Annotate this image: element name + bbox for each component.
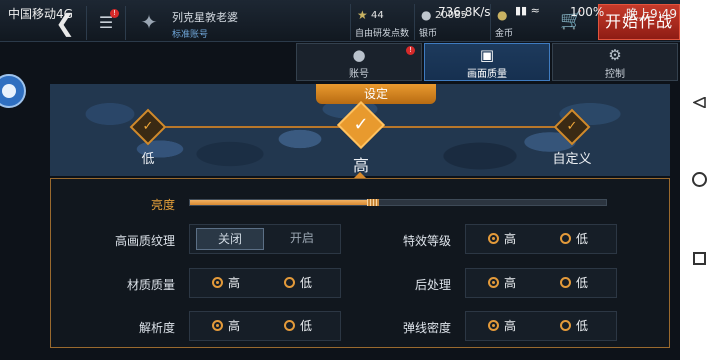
post-processing-options: 高 低 xyxy=(465,268,617,298)
gold-coins-label: 金币 xyxy=(495,29,514,39)
research-points-label: 自由研发点数 xyxy=(355,29,410,39)
checkmark-icon: ✓ xyxy=(553,108,591,146)
tab-graphics-quality[interactable]: ▣ 画面质量 xyxy=(424,43,550,81)
material-quality-high-radio[interactable]: 高 xyxy=(212,269,240,297)
preset-option-custom-label: 自定义 xyxy=(552,152,592,167)
resolution-options: 高 低 xyxy=(189,311,341,341)
preset-option-low-label: 低 xyxy=(141,152,155,167)
brightness-slider[interactable] xyxy=(189,199,607,206)
material-quality-low-radio[interactable]: 低 xyxy=(284,269,312,297)
material-quality-high-label: 高 xyxy=(228,276,241,290)
brightness-slider-fill xyxy=(190,200,378,205)
preset-title: 设定 xyxy=(316,84,436,104)
nav-back-icon[interactable] xyxy=(693,97,706,108)
post-processing-high-radio[interactable]: 高 xyxy=(488,269,516,297)
brightness-label: 亮度 xyxy=(151,198,176,212)
effects-level-high-radio[interactable]: 高 xyxy=(488,225,516,253)
gear-icon: ⚙ xyxy=(608,46,622,64)
network-speed: 736.8K/s xyxy=(438,5,491,19)
user-icon: ● xyxy=(352,46,366,64)
tracer-density-options: 高 低 xyxy=(465,311,617,341)
radio-unselected-icon xyxy=(284,320,295,331)
game-settings-screen: ❮ ☰ ! ✦ 列克星敦老婆 标准账号 ★ 44 自由研发点数 ● 20085 … xyxy=(0,0,720,360)
resolution-low-radio[interactable]: 低 xyxy=(284,312,312,340)
effects-level-low-label: 低 xyxy=(576,232,589,246)
silver-coins-label: 银币 xyxy=(419,29,438,39)
account-type: 标准账号 xyxy=(172,30,209,40)
material-quality-options: 高 低 xyxy=(189,268,341,298)
post-processing-low-label: 低 xyxy=(576,276,589,290)
resolution-high-radio[interactable]: 高 xyxy=(212,312,240,340)
tracer-density-high-radio[interactable]: 高 xyxy=(488,312,516,340)
material-quality-low-label: 低 xyxy=(300,276,313,290)
post-processing-low-radio[interactable]: 低 xyxy=(560,269,588,297)
battery-level: 100% xyxy=(570,5,605,19)
effects-level-options: 高 低 xyxy=(465,224,617,254)
radio-selected-icon xyxy=(488,277,499,288)
radio-unselected-icon xyxy=(560,320,571,331)
radio-selected-icon xyxy=(212,277,223,288)
image-icon: ▣ xyxy=(479,46,495,64)
quality-preset-panel: 设定 ✓ 低 ✓ 高 ✓ 自定义 xyxy=(50,84,670,176)
radio-selected-icon xyxy=(488,233,499,244)
checkmark-icon: ✓ xyxy=(336,100,386,150)
floating-assistant-button[interactable] xyxy=(0,74,26,108)
tracer-density-high-label: 高 xyxy=(504,319,517,333)
radio-unselected-icon xyxy=(560,233,571,244)
signal-wifi-icons: ▮▮ ≈ xyxy=(515,4,540,17)
tab-account-badge: ! xyxy=(406,46,415,55)
resolution-low-label: 低 xyxy=(300,319,313,333)
material-quality-label: 材质质量 xyxy=(126,278,175,292)
android-status-bar: 中国移动4G 736.8K/s ▮▮ ≈ 100% 晚上9:49 xyxy=(0,0,680,24)
effects-level-label: 特效等级 xyxy=(402,234,451,248)
hd-texture-toggle: 关闭 开启 xyxy=(189,224,341,254)
preset-option-low[interactable]: ✓ 低 xyxy=(129,108,167,167)
nav-recent-apps-icon[interactable] xyxy=(693,252,706,265)
tab-graphics-quality-label: 画面质量 xyxy=(467,69,507,80)
tab-account-label: 账号 xyxy=(349,69,369,80)
brightness-slider-handle[interactable] xyxy=(367,199,380,206)
radio-unselected-icon xyxy=(560,277,571,288)
nav-home-icon[interactable] xyxy=(692,172,707,187)
effects-level-high-label: 高 xyxy=(504,232,517,246)
carrier-name: 中国移动4G xyxy=(8,7,73,21)
effects-level-low-radio[interactable]: 低 xyxy=(560,225,588,253)
hd-texture-on-option[interactable]: 开启 xyxy=(268,228,336,250)
android-nav-bar xyxy=(680,0,720,360)
radio-unselected-icon xyxy=(284,277,295,288)
tracer-density-low-label: 低 xyxy=(576,319,589,333)
tracer-density-low-radio[interactable]: 低 xyxy=(560,312,588,340)
preset-option-custom[interactable]: ✓ 自定义 xyxy=(550,108,594,167)
resolution-high-label: 高 xyxy=(228,319,241,333)
graphics-settings-panel: 亮度 高画质纹理 关闭 开启 特效等级 高 低 材质质量 高 低 后处理 高 低… xyxy=(50,178,670,348)
radio-selected-icon xyxy=(488,320,499,331)
radio-selected-icon xyxy=(212,320,223,331)
tab-controls-label: 控制 xyxy=(605,69,625,80)
resolution-label: 解析度 xyxy=(138,321,175,335)
hd-texture-label: 高画质纹理 xyxy=(114,234,175,248)
post-processing-high-label: 高 xyxy=(504,276,517,290)
post-processing-label: 后处理 xyxy=(414,278,451,292)
tab-account[interactable]: ● 账号 ! xyxy=(296,43,422,81)
tab-controls[interactable]: ⚙ 控制 xyxy=(552,43,678,81)
clock: 晚上9:49 xyxy=(626,7,677,21)
hd-texture-off-option[interactable]: 关闭 xyxy=(196,228,264,250)
checkmark-icon: ✓ xyxy=(129,108,167,146)
preset-option-high[interactable]: ✓ 高 xyxy=(336,100,386,176)
tracer-density-label: 弹线密度 xyxy=(402,321,451,335)
